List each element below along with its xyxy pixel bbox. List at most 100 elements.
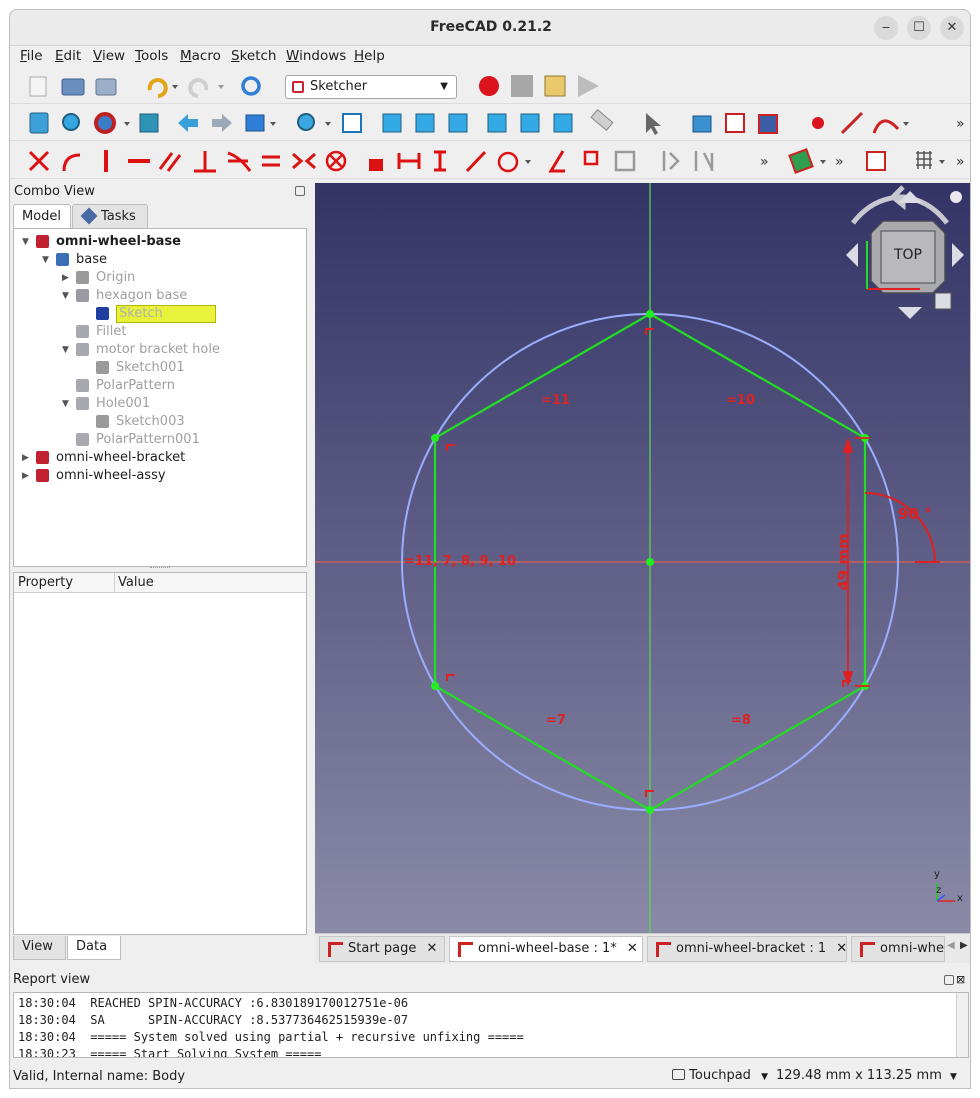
view-front-icon[interactable] (382, 113, 402, 133)
vertex-point[interactable] (431, 434, 439, 442)
center-point[interactable] (646, 558, 654, 566)
tree-item[interactable]: ▶ omni-wheel-assy (14, 467, 306, 485)
tree-item[interactable]: ▼ omni-wheel-base (14, 233, 306, 251)
menu-macro[interactable]: Macro (180, 48, 221, 64)
constrain-angle-icon[interactable] (548, 150, 565, 173)
doc-tab-omni-wheel-base[interactable]: omni-wheel-base : 1* ✕ (449, 936, 643, 962)
tab-scroll-left-icon[interactable]: ◀ (947, 940, 955, 951)
collapse-arrow-icon[interactable]: ▼ (62, 395, 69, 413)
measure-distance-icon[interactable] (590, 109, 614, 131)
menu-edit[interactable]: Edit (55, 48, 81, 64)
close-button[interactable]: ✕ (940, 16, 964, 40)
fit-all-icon[interactable] (29, 112, 49, 134)
refresh-icon[interactable] (241, 76, 261, 96)
view-left-icon[interactable] (553, 113, 573, 133)
report-view-output[interactable]: 18:30:04 REACHED SPIN-ACCURACY :6.830189… (13, 992, 969, 1058)
grid-icon[interactable] (916, 151, 932, 169)
close-tab-icon[interactable]: ✕ (427, 941, 438, 956)
maximize-button[interactable]: ☐ (907, 16, 931, 40)
angle-dimension-arc[interactable] (864, 492, 936, 563)
view-right-icon[interactable] (448, 113, 468, 133)
constrain-distance-icon[interactable] (465, 150, 487, 173)
tree-item[interactable]: PolarPattern001 (14, 431, 306, 449)
tree-item[interactable]: Fillet (14, 323, 306, 341)
workbench-selector[interactable]: Sketcher ▼ (285, 75, 457, 99)
select-conflicting-icon[interactable] (694, 151, 714, 171)
validate-sketch-icon[interactable] (788, 148, 814, 174)
nav-menu-icon[interactable] (950, 191, 962, 203)
doc-tab-omni-wheel-assy[interactable]: omni-wheel-assy (851, 936, 945, 962)
view-menu-dropdown-icon[interactable] (270, 122, 276, 126)
sketch-point-icon[interactable] (812, 117, 824, 129)
constraint-marker[interactable] (446, 674, 455, 681)
value-column-header[interactable]: Value (118, 575, 154, 590)
draw-style-icon[interactable] (94, 112, 116, 134)
menu-tools[interactable]: Tools (135, 48, 168, 64)
report-close-icon[interactable]: ⊠ (956, 973, 965, 986)
part-container-icon[interactable] (758, 114, 778, 134)
report-undock-icon[interactable] (944, 975, 954, 985)
tab-model[interactable]: Model (13, 204, 71, 229)
menu-view[interactable]: View (93, 48, 125, 64)
property-column-header[interactable]: Property (18, 575, 73, 590)
view-forward-icon[interactable] (212, 114, 232, 132)
equal-constraint-label[interactable]: =11 (541, 393, 570, 408)
tree-item[interactable]: ▼ hexagon base (14, 287, 306, 305)
tab-view[interactable]: View (13, 936, 66, 960)
length-dimension-label[interactable]: 49 mm (835, 533, 853, 590)
grid-dropdown-icon[interactable] (939, 160, 945, 164)
vertex-point[interactable] (646, 310, 654, 318)
equal-constraint-label[interactable]: =7 (546, 713, 566, 728)
undo-icon[interactable] (147, 78, 168, 98)
undock-icon[interactable] (295, 186, 305, 196)
macro-edit-icon[interactable] (544, 75, 566, 97)
collapse-arrow-icon[interactable]: ▼ (42, 251, 49, 269)
zoom-icon[interactable] (297, 113, 315, 131)
equal-constraint-label[interactable]: =11, 7, 8, 9, 10 (404, 554, 516, 569)
macro-execute-icon[interactable] (578, 75, 599, 97)
collapse-arrow-icon[interactable]: ▼ (62, 287, 69, 305)
constrain-radius-icon[interactable] (497, 151, 519, 173)
toolbar-overflow-icon-4[interactable]: » (956, 154, 965, 170)
menu-sketch[interactable]: Sketch (231, 48, 277, 64)
constrain-symmetric-icon[interactable] (292, 152, 316, 170)
workbench-view-icon[interactable] (245, 114, 265, 132)
constrain-tangent-icon[interactable] (227, 151, 252, 172)
constrain-vertical-distance-icon[interactable] (434, 150, 446, 172)
constrain-coincident-icon[interactable] (28, 150, 50, 172)
draw-style-dropdown-icon[interactable] (124, 122, 130, 126)
collapse-arrow-icon[interactable]: ▼ (62, 341, 69, 359)
nav-cube-small-icon[interactable] (934, 292, 952, 310)
select-constraints-icon[interactable] (662, 151, 680, 171)
doc-tab-start-page[interactable]: Start page ✕ (319, 936, 445, 962)
constraint-marker[interactable] (446, 444, 455, 451)
navcube-face-label[interactable]: TOP (883, 247, 933, 263)
undo-dropdown-icon[interactable] (172, 85, 178, 89)
view-rear-icon[interactable] (487, 113, 507, 133)
save-icon[interactable] (95, 78, 117, 96)
report-scrollbar[interactable] (956, 993, 968, 1057)
send-to-python-icon[interactable] (692, 115, 712, 133)
tab-data[interactable]: Data (67, 936, 121, 960)
toolbar-overflow-icon-2[interactable]: » (760, 154, 769, 170)
constrain-dropdown-icon[interactable] (525, 160, 531, 164)
new-document-icon[interactable] (29, 76, 47, 97)
macro-record-icon[interactable] (479, 76, 499, 96)
tree-item[interactable]: ▶ Origin (14, 269, 306, 287)
view-bottom-icon[interactable] (520, 113, 540, 133)
tree-item[interactable]: ▼ motor bracket hole (14, 341, 306, 359)
close-tab-icon[interactable]: ✕ (836, 941, 846, 956)
link-icon[interactable] (725, 113, 745, 133)
tree-item[interactable]: ▶ omni-wheel-bracket (14, 449, 306, 467)
constrain-perpendicular-icon[interactable] (194, 151, 216, 173)
menu-file[interactable]: File (20, 48, 43, 64)
toolbar-overflow-icon-3[interactable]: » (835, 154, 844, 170)
constrain-lock-icon[interactable] (369, 159, 383, 171)
equal-constraint-label[interactable]: =10 (726, 393, 755, 408)
view-top-icon[interactable] (415, 113, 435, 133)
constrain-equal-icon[interactable] (262, 155, 280, 167)
tree-item[interactable]: PolarPattern (14, 377, 306, 395)
bounding-box-icon[interactable] (139, 113, 159, 133)
expand-arrow-icon[interactable]: ▶ (22, 467, 29, 485)
toggle-construction-icon[interactable] (583, 150, 599, 166)
